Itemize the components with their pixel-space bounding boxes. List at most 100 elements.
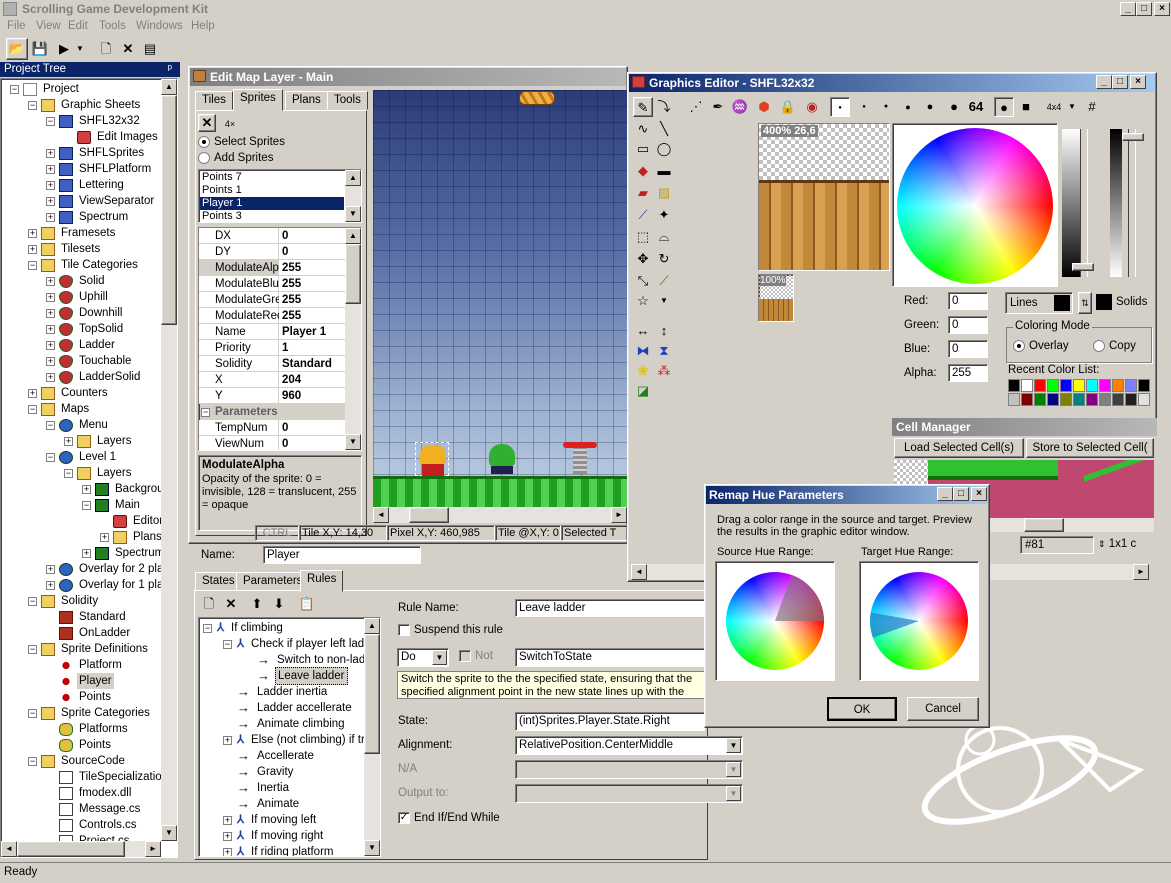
brush-size-4[interactable]: ● xyxy=(898,97,918,117)
tree-expander[interactable]: − xyxy=(28,405,37,414)
scroll-left-button[interactable]: ◄ xyxy=(1,841,17,857)
rule-expander[interactable]: + xyxy=(223,736,232,745)
new-rule-icon[interactable]: 🗋 xyxy=(199,594,219,614)
property-row[interactable]: Priority 1 xyxy=(199,340,349,356)
run-dropdown-icon[interactable]: ▼ xyxy=(74,39,86,59)
tree-item[interactable]: Counters xyxy=(41,385,110,401)
tree-expander[interactable]: + xyxy=(46,197,55,206)
property-value[interactable]: 1 xyxy=(279,340,349,355)
rule-item[interactable]: → Animate xyxy=(237,796,301,812)
tree-expander[interactable]: + xyxy=(64,437,73,446)
rule-item[interactable]: → Switch to non-ladd xyxy=(257,652,374,668)
menu-edit[interactable]: Edit xyxy=(68,17,88,35)
brush-shape-square[interactable]: ■ xyxy=(1016,97,1036,117)
ge-scroll-right[interactable]: ► xyxy=(1133,564,1149,580)
menu-tools[interactable]: Tools xyxy=(99,17,126,35)
tree-item[interactable]: Platform xyxy=(59,657,124,673)
transparency-icon[interactable]: ◪ xyxy=(633,381,653,401)
state-input[interactable]: (int)Sprites.Player.State.Right xyxy=(515,712,705,731)
ge-minimize-button[interactable]: _ xyxy=(1096,75,1112,89)
grid-toggle-icon[interactable]: # xyxy=(1082,97,1102,117)
brush-size-64[interactable]: 64 xyxy=(966,97,986,117)
green-input[interactable]: 0 xyxy=(948,316,988,334)
tree-item[interactable]: Solidity xyxy=(41,593,100,609)
brightness-slider[interactable] xyxy=(1062,129,1080,277)
recent-color-swatch[interactable] xyxy=(1086,393,1098,406)
run-icon[interactable]: ▶ xyxy=(54,39,74,59)
sprite-list-item[interactable]: Points 7 xyxy=(200,171,344,184)
overlay-radio[interactable]: Overlay xyxy=(1013,340,1069,352)
tree-item[interactable]: Player xyxy=(59,673,114,689)
rule-item[interactable]: → Ladder accellerate xyxy=(237,700,354,716)
remap-colors-icon[interactable]: ⁂ xyxy=(654,361,674,381)
tree-item[interactable]: Sprite Definitions xyxy=(41,641,150,657)
delete-rule-icon[interactable]: ✕ xyxy=(221,594,241,614)
property-up[interactable]: ▲ xyxy=(345,228,361,244)
lines-color-button[interactable]: Lines xyxy=(1005,292,1073,314)
property-row[interactable]: ModulateBlue 255 xyxy=(199,276,349,292)
sprite-list-item[interactable]: Points 3 xyxy=(200,210,344,222)
store-cells-button[interactable]: Store to Selected Cell( xyxy=(1026,438,1154,458)
parameter-row[interactable]: TempNum 0 xyxy=(199,420,349,436)
recent-color-swatch[interactable] xyxy=(1008,393,1020,406)
tab-tools[interactable]: Tools xyxy=(327,91,368,110)
tree-item[interactable]: Message.cs xyxy=(59,801,142,817)
blue-input[interactable]: 0 xyxy=(948,340,988,358)
cancel-button[interactable]: Cancel xyxy=(907,697,979,721)
property-row[interactable]: ModulateGreen 255 xyxy=(199,292,349,308)
tree-expander[interactable]: + xyxy=(46,181,55,190)
property-value[interactable]: 255 xyxy=(279,308,349,323)
property-row[interactable]: X 204 xyxy=(199,372,349,388)
property-value[interactable]: 0 xyxy=(279,244,349,259)
brush-shape-round[interactable]: ● xyxy=(994,97,1014,117)
lock-icon[interactable]: 🔒 xyxy=(778,97,798,117)
rule-item[interactable]: → Accellerate xyxy=(237,748,316,764)
pin-icon[interactable]: ᵖ xyxy=(168,62,172,77)
tree-item[interactable]: ViewSeparator xyxy=(59,193,156,209)
map-view[interactable] xyxy=(373,90,627,507)
tree-item[interactable]: Platforms xyxy=(59,721,130,737)
scroll-right-button[interactable]: ► xyxy=(145,841,161,857)
tree-expander[interactable]: − xyxy=(82,501,91,510)
rule-item[interactable]: → Gravity xyxy=(237,764,295,780)
tree-expander[interactable]: + xyxy=(46,357,55,366)
recent-color-swatch[interactable] xyxy=(1112,393,1124,406)
parameter-row[interactable]: ViewNum 0 xyxy=(199,436,349,450)
rule-item[interactable]: → Animate climbing xyxy=(237,716,347,732)
tree-item[interactable]: Touchable xyxy=(59,353,133,369)
recent-color-swatch[interactable] xyxy=(1138,393,1150,406)
property-value[interactable]: 255 xyxy=(279,292,349,307)
tab-plans[interactable]: Plans xyxy=(285,91,328,110)
sprite-list-item[interactable]: Points 1 xyxy=(200,184,344,197)
recent-color-swatch[interactable] xyxy=(1099,393,1111,406)
recent-color-swatch[interactable] xyxy=(1021,393,1033,406)
move-tool-icon[interactable]: ✥ xyxy=(633,249,653,269)
tree-item[interactable]: Overlay for 1 play xyxy=(59,577,171,593)
brush-size-5[interactable]: ● xyxy=(920,97,940,117)
tree-item[interactable]: SourceCode xyxy=(41,753,127,769)
tree-item[interactable]: Standard xyxy=(59,609,128,625)
tree-item[interactable]: Spectrum xyxy=(59,209,130,225)
property-row[interactable]: Solidity Standard xyxy=(199,356,349,372)
recent-color-swatch[interactable] xyxy=(1099,379,1111,392)
brush-size-3[interactable]: ● xyxy=(876,97,896,117)
tree-expander[interactable]: − xyxy=(28,261,37,270)
rule-item[interactable]: ⅄ If moving right xyxy=(237,828,325,844)
tree-item[interactable]: Uphill xyxy=(59,289,110,305)
select-rect-icon[interactable]: ⬚ xyxy=(633,227,653,247)
maximize-button[interactable]: □ xyxy=(1136,2,1152,16)
tree-item[interactable]: Sprite Categories xyxy=(41,705,152,721)
pencil-tool-icon[interactable]: ✎ xyxy=(633,97,653,117)
tree-expander[interactable]: + xyxy=(28,229,37,238)
tree-item[interactable]: Graphic Sheets xyxy=(41,97,142,113)
recent-color-swatch[interactable] xyxy=(1034,379,1046,392)
tree-item[interactable]: Tile Categories xyxy=(41,257,140,273)
grid-size-select[interactable]: 4x4 xyxy=(1042,97,1066,117)
rule-item[interactable]: ⅄ If climbing xyxy=(217,620,285,636)
scroll-down-button[interactable]: ▼ xyxy=(161,825,177,841)
recent-color-swatch[interactable] xyxy=(1034,393,1046,406)
save-icon[interactable]: 💾 xyxy=(30,39,50,59)
tree-item[interactable]: Project xyxy=(23,81,81,97)
properties-icon[interactable]: ▤ xyxy=(140,39,160,59)
sprite-list-up[interactable]: ▲ xyxy=(345,170,361,186)
